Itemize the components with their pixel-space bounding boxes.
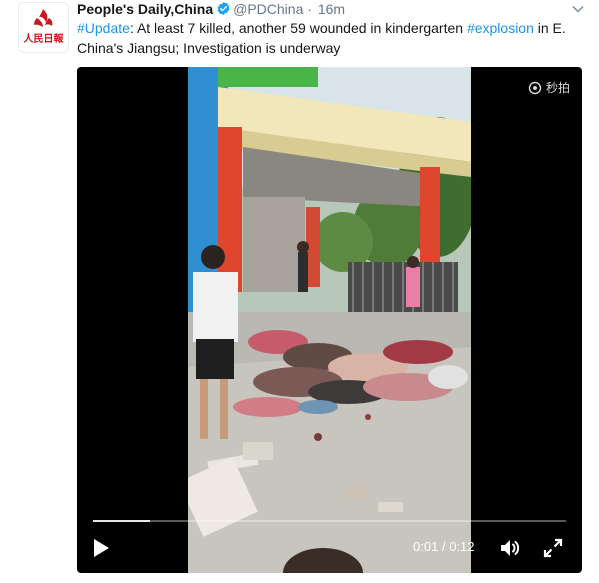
watermark-text: 秒拍 xyxy=(545,81,570,95)
author-handle[interactable]: @PDChina xyxy=(233,1,303,17)
header-separator: · xyxy=(307,1,312,17)
time-separator: / xyxy=(441,539,446,554)
chevron-down-icon[interactable] xyxy=(571,2,585,16)
video-timecode: 0:01 / 0:12 xyxy=(413,539,475,555)
tweet-timestamp[interactable]: 16m xyxy=(318,1,345,17)
video-frame xyxy=(188,67,471,573)
duration: 0:12 xyxy=(449,539,475,554)
volume-icon[interactable] xyxy=(498,536,522,560)
hashtag-link[interactable]: #explosion xyxy=(467,20,534,36)
play-icon[interactable] xyxy=(91,537,111,559)
author-name[interactable]: People's Daily,China xyxy=(77,1,213,17)
hashtag-link[interactable]: #Update xyxy=(77,20,130,36)
author-avatar[interactable]: 人民日報 xyxy=(18,2,69,53)
current-time: 0:01 xyxy=(413,539,439,554)
tweet-text: #Update: At least 7 killed, another 59 w… xyxy=(77,18,582,58)
avatar-wordmark: 人民日報 xyxy=(24,32,65,45)
peoples-daily-logo: 人民日報 xyxy=(19,3,68,52)
video-watermark: 秒拍 xyxy=(528,79,570,96)
progress-bar[interactable] xyxy=(93,520,566,522)
fullscreen-icon[interactable] xyxy=(542,537,564,559)
tweet-header: People's Daily,China @PDChina · 16m xyxy=(77,0,345,20)
tweet: 人民日報 People's Daily,China @PDChina · 16m … xyxy=(0,0,599,583)
video-player[interactable]: 秒拍 0:01 / 0:12 xyxy=(77,67,582,573)
progress-fill xyxy=(93,520,150,522)
watermark-logo-icon xyxy=(528,81,542,94)
tweet-text-segment: : At least 7 killed, another 59 wounded … xyxy=(129,20,467,36)
